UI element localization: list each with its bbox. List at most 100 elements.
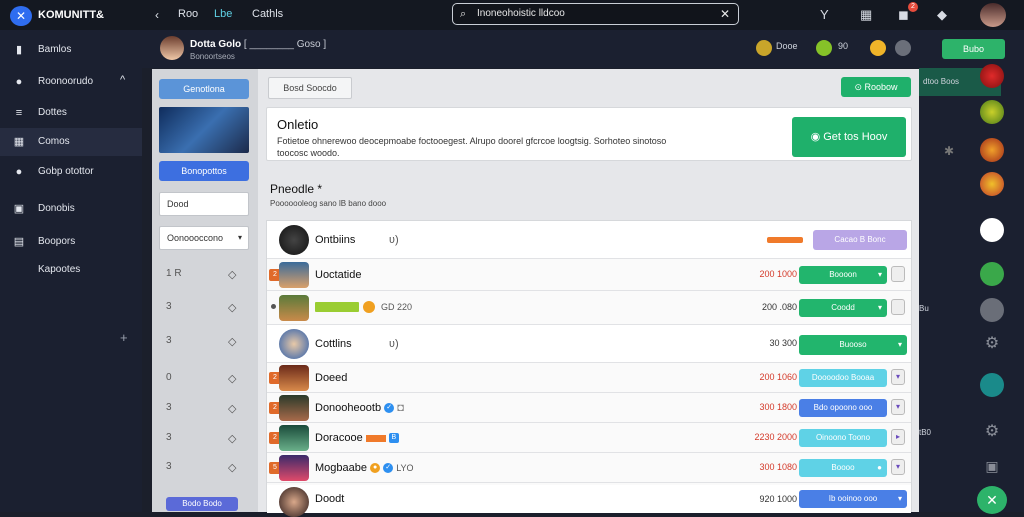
table-row[interactable]: 5 Mogbaabe ● ✓ LYO 300 1080 Boooo ● ▾ [267,453,911,483]
stat-1: Dooe [776,41,798,51]
flag-icon: B [388,433,399,444]
close-icon[interactable]: ✕ [720,7,730,21]
table-row[interactable]: Cottlins ʋ) 30 300 Buooso ▾ [267,325,911,363]
row-points: 200 1060 [759,372,797,382]
row-points: 300 1800 [759,402,797,412]
action-button[interactable]: Boooo ● [799,459,887,477]
table-row[interactable]: Doodt 920 1000 Ib ooinoo ooo ▾ [267,485,911,517]
right-rail: dtoo Boos ✱ Bu ⚙ tB0 ⚙ ▣ ✕ [919,64,1024,514]
row-meta: GD 220 [381,302,413,312]
bell-icon[interactable]: ◆ [937,7,947,23]
nav-link-2[interactable]: Lbe [214,8,232,20]
row-name: Doracooe B [315,432,399,444]
search-chip[interactable]: Bosd Soocdo [268,77,352,99]
sidebar-item-1[interactable]: ▮ Bamlos [0,36,142,64]
avatar[interactable] [980,172,1004,196]
table-row[interactable]: 2 Doracooe B 2230 2000 Oinoono Toono ▸ [267,423,911,453]
cloud-icon[interactable] [980,218,1004,242]
sidebar-item-7[interactable]: ▤ Boopors [0,228,142,256]
row-points: 200 1000 [759,269,797,279]
sidebar-item-4[interactable]: ▦ Comos [0,128,142,156]
table-row[interactable]: 2 Doeed 200 1060 Doooodoo Booaa ▾ [267,363,911,393]
avatar [279,455,309,481]
action-button[interactable]: Coodd ▾ [799,299,887,317]
box-icon[interactable]: ▣ [980,454,1004,478]
sidebar-item-6[interactable]: ▣ Donobis [0,195,142,223]
chevron-down-icon: ▾ [237,233,242,242]
page-title: Dotta Golo [ ________ Goso ] [190,39,327,50]
back-icon[interactable]: ‹ [155,8,159,22]
list-icon: ≡ [15,107,23,119]
avatar[interactable] [980,3,1006,27]
table-row[interactable]: 2 Donooheootb ✓ ◘ 300 1800 Bdo opoono oo… [267,393,911,423]
gear-icon[interactable]: ⚙ [980,420,1004,444]
filter-icon[interactable]: Y [820,7,829,22]
gear-icon[interactable]: ⚙ [980,332,1004,356]
bullet-icon [271,304,276,309]
logo-icon[interactable]: ✕ [10,6,32,26]
text-input[interactable]: Dood [159,192,249,216]
table-row[interactable]: GD 220 200 .080 Coodd ▾ [267,291,911,325]
side-toggle[interactable] [891,299,905,315]
profile-header: Dotta Golo [ ________ Goso ] Bonoortseos… [142,30,1024,68]
group-icon: ● [15,166,23,178]
primary-button[interactable]: Genotlona [159,79,249,99]
emoji-icon[interactable] [870,40,886,56]
table-row[interactable]: Ontbiins ʋ) Cacao B Bonc [267,221,911,259]
sidebar-item-8[interactable]: Kapootes [0,256,142,284]
action-button[interactable]: Boooon ▾ [799,266,887,284]
avatar[interactable] [980,100,1004,124]
game-thumbnail[interactable] [159,107,249,153]
search-input[interactable]: Inoneohoistic lldcoo [477,8,565,19]
avatar[interactable] [160,36,184,60]
side-toggle[interactable]: ▾ [891,459,905,475]
sidebar-item-3[interactable]: ≡ Dottes [0,99,142,127]
table-row[interactable]: 2 Uoctatide 200 1000 Boooon ▾ [267,259,911,291]
join-button[interactable]: Bubo [942,39,1005,59]
avatar[interactable] [980,64,1004,88]
card-description: Fotietoe ohnerewoo deocepmoabe foctooege… [277,136,667,158]
sidebar-item-5[interactable]: ● Gobp otottor [0,158,142,186]
nav-link-1[interactable]: Roo [178,8,198,20]
sidebar-item-2[interactable]: ● Roonoorudo ^ [0,68,142,96]
level-bar [365,434,386,442]
action-button[interactable]: Buooso ▾ [799,335,907,355]
action-button[interactable]: Cacao B Bonc [813,230,907,250]
games-icon: ▦ [13,136,25,148]
close-icon[interactable]: ✕ [977,486,1007,514]
sidebar-item-label: Boopors [38,236,76,247]
chevron-up-icon[interactable]: ^ [120,74,125,86]
get-tool-button[interactable]: ◉ Get tos Hoov [792,117,906,157]
action-button[interactable]: Oinoono Toono [799,429,887,447]
record-icon[interactable] [980,298,1004,322]
search-bar[interactable]: ⌕ Inoneohoistic lldcoo ✕ [452,3,739,25]
stat-2: 90 [838,41,849,51]
section-subtitle: Pooooooleog sano lB bano dooo [270,199,387,208]
action-button[interactable]: Bdo opoono ooo [799,399,887,417]
side-toggle[interactable]: ▾ [891,399,905,415]
add-icon[interactable]: + [120,330,128,345]
side-toggle[interactable]: ▾ [891,369,905,385]
coin-icon [363,301,375,313]
side-toggle[interactable]: ▸ [891,429,905,445]
action-button[interactable]: Bonopottos [159,161,249,181]
edit-icon[interactable] [980,262,1004,286]
side-toggle[interactable] [891,266,905,282]
settings-icon[interactable] [895,40,911,56]
settings-icon[interactable]: ✱ [944,144,954,158]
pen-icon[interactable] [980,373,1004,397]
avatar[interactable] [980,138,1004,162]
notification-icon[interactable]: ◼ [898,7,909,23]
action-button[interactable]: Doooodoo Booaa [799,369,887,387]
grid-icon[interactable]: ▦ [860,7,872,23]
record-button[interactable]: ⊙ Roobow [841,77,911,97]
avatar [279,262,309,288]
coin-icon: ● [370,463,381,474]
action-button[interactable]: Ib ooinoo ooo ▾ [799,490,907,508]
rail-label: dtoo Boos [923,77,960,86]
row-meta: ʋ) [389,234,399,246]
select-dropdown[interactable]: Oonoooccono ▾ [159,226,249,250]
row-name: Donooheootb ✓ ◘ [315,402,404,414]
bottom-button[interactable]: Bodo Bodo [166,497,238,511]
nav-link-3[interactable]: Cathls [252,8,283,20]
